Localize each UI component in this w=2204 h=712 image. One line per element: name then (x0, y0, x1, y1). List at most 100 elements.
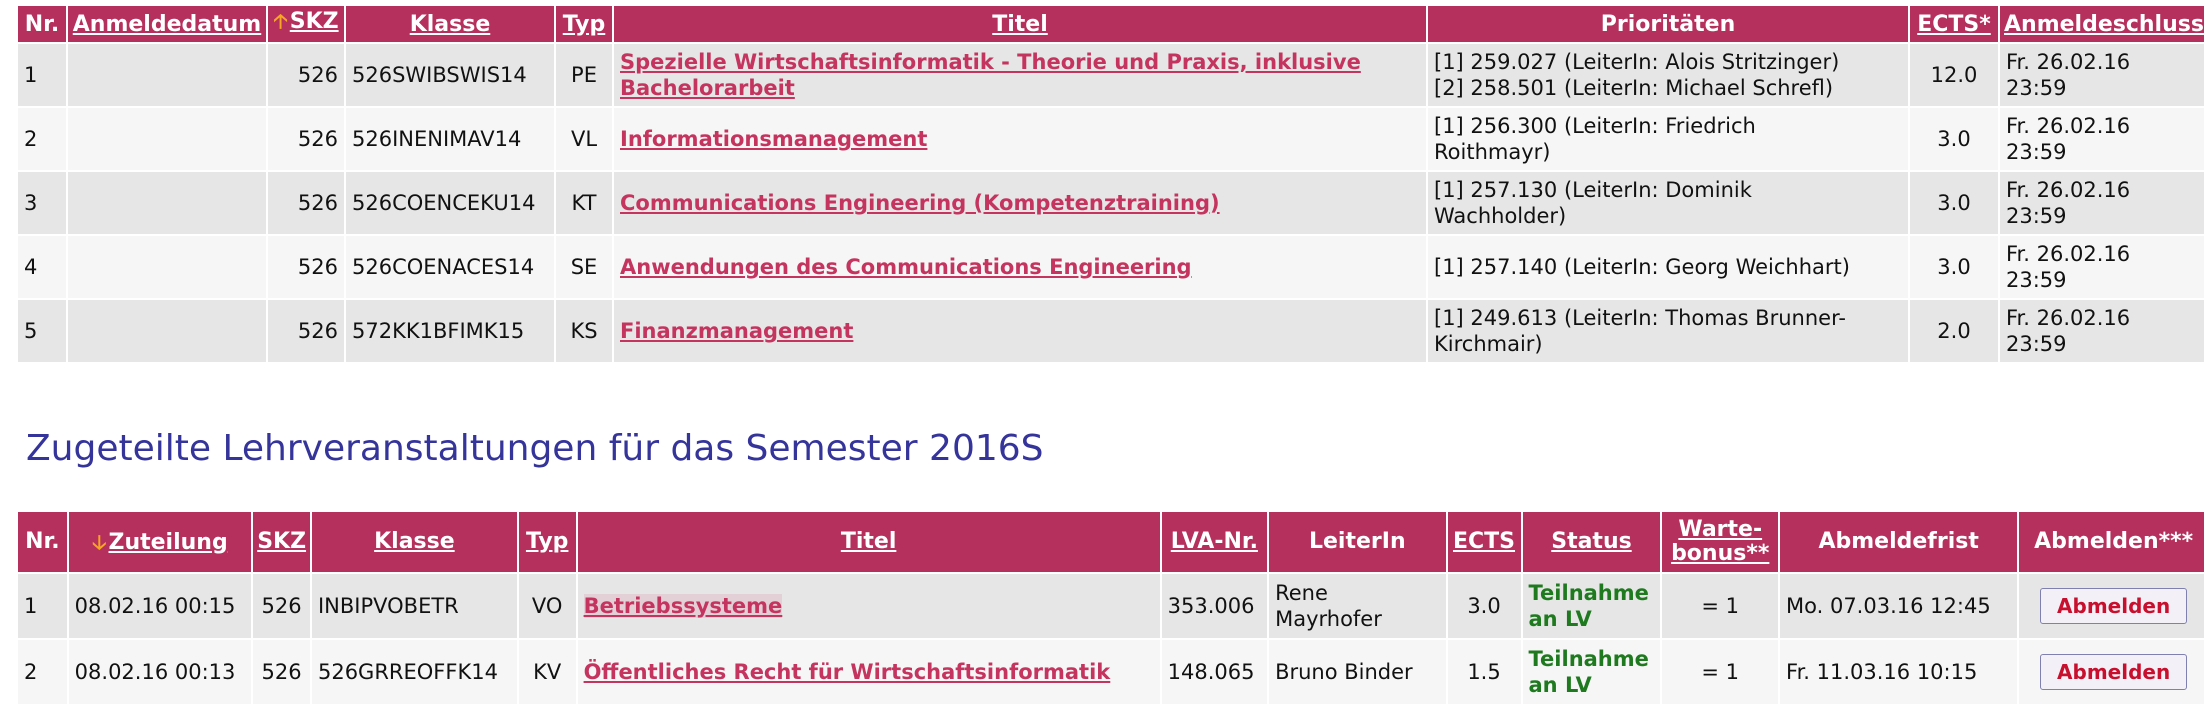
row-titel-cell: Communications Engineering (Kompetenztra… (614, 172, 1426, 234)
priority-line: [1] 256.300 (LeiterIn: Friedrich (1434, 114, 1756, 138)
row-skz: 526 (268, 172, 344, 234)
priority-line: Roithmayr) (1434, 140, 1551, 164)
deadline-time: 23:59 (2006, 332, 2067, 356)
table-row: 1 526 526SWIBSWIS14 PE Spezielle Wirtsch… (18, 44, 2204, 106)
assigned-courses-table: Nr. 🡣Zuteilung SKZ Klasse Typ Titel LVA-… (16, 510, 2204, 706)
row-zuteilung: 08.02.16 00:15 (68, 574, 252, 638)
row-anmeldeschluss: Fr. 26.02.16 23:59 (2000, 108, 2204, 170)
col-lva-sort[interactable]: LVA-Nr. (1161, 512, 1268, 572)
leiter-line: Bruno Binder (1275, 660, 1413, 684)
row-titel-cell: Finanzmanagement (614, 300, 1426, 362)
row-typ: KS (556, 300, 612, 362)
col-status-sort[interactable]: Status (1522, 512, 1661, 572)
row-klasse: INBIPVOBETR (311, 574, 517, 638)
row-titel-cell: Betriebssysteme (577, 574, 1160, 638)
arrow-up-icon: 🡡 (273, 9, 288, 33)
col-klasse-sort[interactable]: Klasse (311, 512, 517, 572)
col-titel-sort[interactable]: Titel (614, 6, 1426, 42)
row-wartebonus: = 1 (1662, 640, 1779, 704)
col-skz-sort[interactable]: SKZ (253, 512, 310, 572)
status-line: Teilnahme (1528, 647, 1649, 671)
row-anmeldeschluss: Fr. 26.02.16 23:59 (2000, 300, 2204, 362)
row-lva: 148.065 (1161, 640, 1268, 704)
col-anmeldeschluss-sort[interactable]: Anmeldeschluss (2000, 6, 2204, 42)
table-row: 5 526 572KK1BFIMK15 KS Finanzmanagement … (18, 300, 2204, 362)
row-titel-cell: Informationsmanagement (614, 108, 1426, 170)
col-wartebonus-sort[interactable]: Warte-bonus** (1662, 512, 1779, 572)
arrow-down-icon: 🡣 (92, 529, 107, 554)
table-row: 4 526 526COENACES14 SE Anwendungen des C… (18, 236, 2204, 298)
row-nr: 2 (18, 640, 67, 704)
deadline-date: Fr. 26.02.16 (2006, 242, 2131, 266)
col-ects-sort[interactable]: ECTS (1447, 512, 1521, 572)
col-typ-sort[interactable]: Typ (518, 512, 576, 572)
priority-line: [1] 257.140 (LeiterIn: Georg Weichhart) (1434, 255, 1850, 279)
row-prioritaeten: [1] 249.613 (LeiterIn: Thomas Brunner- Ki… (1428, 300, 1908, 362)
course-title-link[interactable]: Betriebssysteme (583, 594, 783, 618)
priority-line: [2] 258.501 (LeiterIn: Michael Schrefl) (1434, 76, 1834, 100)
col-nr: Nr. (18, 6, 66, 42)
row-titel-cell: Spezielle Wirtschaftsinformatik - Theori… (614, 44, 1426, 106)
row-nr: 1 (18, 44, 66, 106)
row-skz: 526 (268, 300, 344, 362)
row-typ: PE (556, 44, 612, 106)
row-lva: 353.006 (1161, 574, 1268, 638)
abmelden-button[interactable]: Abmelden (2040, 654, 2188, 690)
row-anmeldedatum (68, 44, 266, 106)
row-typ: KT (556, 172, 612, 234)
row-leiter: Bruno Binder (1269, 640, 1446, 704)
row-anmeldedatum (68, 108, 266, 170)
row-anmeldedatum (68, 300, 266, 362)
table-row: 2 08.02.16 00:13 526 526GRREOFFK14 KV Öf… (18, 640, 2204, 704)
col-typ-sort[interactable]: Typ (556, 6, 612, 42)
row-prioritaeten: [1] 257.140 (LeiterIn: Georg Weichhart) (1428, 236, 1908, 298)
deadline-date: Fr. 26.02.16 (2006, 306, 2131, 330)
course-title-link[interactable]: Anwendungen des Communications Engineeri… (620, 255, 1192, 279)
row-nr: 4 (18, 236, 66, 298)
priority-line: [1] 259.027 (LeiterIn: Alois Stritzinger… (1434, 50, 1840, 74)
row-anmeldedatum (68, 236, 266, 298)
col-zuteilung-sort[interactable]: 🡣Zuteilung (68, 512, 252, 572)
row-typ: VO (518, 574, 576, 638)
row-ects: 3.0 (1910, 236, 1998, 298)
registrations-table: Nr. Anmeldedatum 🡡SKZ Klasse Typ Titel P… (16, 4, 2204, 364)
course-title-link[interactable]: Communications Engineering (Kompetenztra… (620, 191, 1220, 215)
col-ects-label: ECTS (1453, 529, 1516, 554)
col-titel-sort[interactable]: Titel (577, 512, 1160, 572)
abmelden-button[interactable]: Abmelden (2040, 588, 2188, 624)
row-anmeldeschluss: Fr. 26.02.16 23:59 (2000, 172, 2204, 234)
col-leiter: LeiterIn (1269, 512, 1446, 572)
row-klasse: 526COENCEKU14 (346, 172, 554, 234)
deadline-time: 23:59 (2006, 76, 2067, 100)
row-anmeldeschluss: Fr. 26.02.16 23:59 (2000, 236, 2204, 298)
status-line: an LV (1528, 673, 1592, 697)
col-anmeldedatum-sort[interactable]: Anmeldedatum (68, 6, 266, 42)
course-title-link[interactable]: Öffentliches Recht für Wirtschaftsinform… (584, 660, 1111, 684)
priority-line: [1] 257.130 (LeiterIn: Dominik (1434, 178, 1752, 202)
priority-line: Kirchmair) (1434, 332, 1543, 356)
course-title-link[interactable]: Spezielle Wirtschaftsinformatik - Theori… (620, 50, 1361, 100)
col-typ-label: Typ (525, 529, 569, 554)
col-abmeldefrist: Abmeldefrist (1780, 512, 2018, 572)
deadline-time: 23:59 (2006, 268, 2067, 292)
row-ects: 1.5 (1447, 640, 1521, 704)
row-prioritaeten: [1] 259.027 (LeiterIn: Alois Stritzinger… (1428, 44, 1908, 106)
row-anmeldeschluss: Fr. 26.02.16 23:59 (2000, 44, 2204, 106)
priority-line: Wachholder) (1434, 204, 1567, 228)
course-title-link[interactable]: Finanzmanagement (620, 319, 853, 343)
row-prioritaeten: [1] 256.300 (LeiterIn: Friedrich Roithmay… (1428, 108, 1908, 170)
row-ects: 3.0 (1910, 108, 1998, 170)
row-wartebonus: = 1 (1662, 574, 1779, 638)
col-ects-sort[interactable]: ECTS* (1910, 6, 1998, 42)
row-klasse: 526COENACES14 (346, 236, 554, 298)
deadline-date: Fr. 26.02.16 (2006, 114, 2131, 138)
row-prioritaeten: [1] 257.130 (LeiterIn: Dominik Wachholder… (1428, 172, 1908, 234)
col-lva-label: LVA-Nr. (1170, 529, 1258, 554)
col-anmeldedatum-label: Anmeldedatum (72, 11, 262, 37)
registrations-header-row: Nr. Anmeldedatum 🡡SKZ Klasse Typ Titel P… (18, 6, 2204, 42)
course-title-link[interactable]: Informationsmanagement (620, 127, 927, 151)
col-skz-sort[interactable]: 🡡SKZ (268, 6, 344, 42)
col-zuteilung-label: Zuteilung (108, 529, 228, 555)
col-typ-label: Typ (562, 11, 606, 37)
col-klasse-sort[interactable]: Klasse (346, 6, 554, 42)
